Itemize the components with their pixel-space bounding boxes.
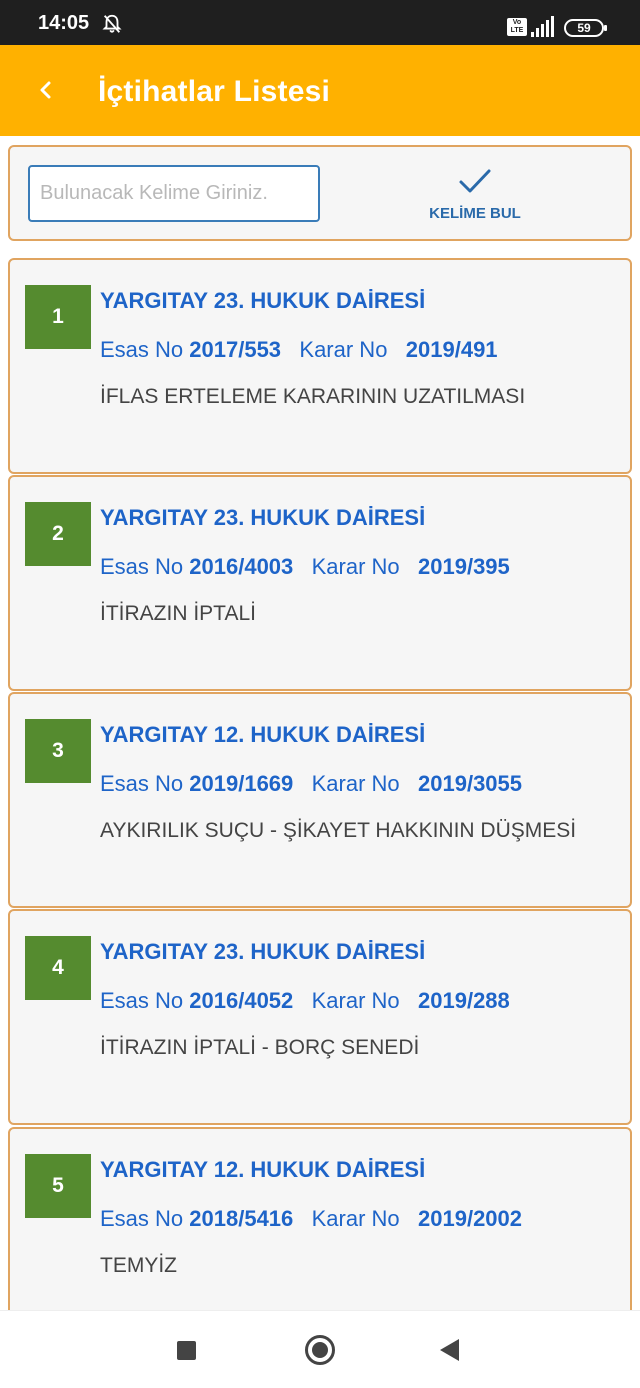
karar-label: Karar No — [311, 988, 400, 1013]
result-number-badge: 5 — [25, 1154, 91, 1218]
system-nav-bar — [0, 1310, 640, 1388]
result-court: YARGITAY 12. HUKUK DAİRESİ — [100, 722, 426, 747]
result-subject: İTİRAZIN İPTALİ — [100, 602, 256, 625]
result-number-badge: 3 — [25, 719, 91, 783]
back-button[interactable] — [22, 67, 68, 113]
result-court: YARGITAY 23. HUKUK DAİRESİ — [100, 505, 426, 530]
result-court: YARGITAY 12. HUKUK DAİRESİ — [100, 1157, 426, 1182]
result-card[interactable]: 1 YARGITAY 23. HUKUK DAİRESİ Esas No 201… — [8, 258, 632, 474]
result-numbers: Esas No 2018/5416 Karar No 2019/2002 — [100, 1206, 522, 1232]
karar-value: 2019/2002 — [418, 1206, 523, 1231]
content-area: KELİME BUL 1 YARGITAY 23. HUKUK DAİRESİ … — [0, 136, 640, 1310]
result-card[interactable]: 5 YARGITAY 12. HUKUK DAİRESİ Esas No 201… — [8, 1127, 632, 1310]
esas-label: Esas No — [100, 771, 184, 796]
system-back-button[interactable] — [440, 1339, 459, 1361]
esas-value: 2017/553 — [189, 337, 282, 362]
battery-icon: 59 — [564, 19, 607, 37]
result-number-badge: 2 — [25, 502, 91, 566]
check-icon — [459, 169, 491, 193]
result-court: YARGITAY 23. HUKUK DAİRESİ — [100, 939, 426, 964]
karar-value: 2019/288 — [418, 988, 510, 1013]
esas-label: Esas No — [100, 337, 184, 362]
chevron-left-icon — [40, 81, 51, 99]
result-subject: İTİRAZIN İPTALİ - BORÇ SENEDİ — [100, 1036, 420, 1059]
result-subject: AYKIRILIK SUÇU - ŞİKAYET HAKKININ DÜŞMES… — [100, 819, 577, 842]
esas-value: 2018/5416 — [189, 1206, 294, 1231]
result-card[interactable]: 2 YARGITAY 23. HUKUK DAİRESİ Esas No 201… — [8, 475, 632, 691]
karar-value: 2019/491 — [405, 337, 498, 362]
result-court: YARGITAY 23. HUKUK DAİRESİ — [100, 288, 426, 313]
result-numbers: Esas No 2017/553 Karar No 2019/491 — [100, 337, 498, 363]
karar-label: Karar No — [311, 771, 400, 796]
result-number-badge: 1 — [25, 285, 91, 349]
esas-value: 2019/1669 — [189, 771, 294, 796]
esas-label: Esas No — [100, 988, 184, 1013]
esas-label: Esas No — [100, 554, 184, 579]
status-bar: 14:05 Vo LTE 59 — [0, 0, 640, 45]
karar-label: Karar No — [311, 1206, 400, 1231]
page-title: İçtihatlar Listesi — [98, 75, 331, 108]
search-input[interactable] — [28, 165, 320, 222]
karar-value: 2019/3055 — [418, 771, 523, 796]
result-numbers: Esas No 2016/4052 Karar No 2019/288 — [100, 988, 510, 1014]
karar-label: Karar No — [299, 337, 388, 362]
result-card[interactable]: 3 YARGITAY 12. HUKUK DAİRESİ Esas No 201… — [8, 692, 632, 908]
result-number-badge: 4 — [25, 936, 91, 1000]
esas-value: 2016/4003 — [189, 554, 294, 579]
result-card[interactable]: 4 YARGITAY 23. HUKUK DAİRESİ Esas No 201… — [8, 909, 632, 1125]
recents-button[interactable] — [177, 1341, 196, 1360]
result-subject: İFLAS ERTELEME KARARININ UZATILMASI — [100, 385, 526, 408]
signal-icon — [531, 16, 554, 37]
bell-muted-icon — [102, 14, 122, 33]
result-subject: TEMYİZ — [100, 1254, 177, 1277]
karar-value: 2019/395 — [418, 554, 510, 579]
volte-icon: Vo LTE — [507, 18, 527, 36]
app-bar: İçtihatlar Listesi — [0, 45, 640, 136]
result-numbers: Esas No 2019/1669 Karar No 2019/3055 — [100, 771, 522, 797]
esas-label: Esas No — [100, 1206, 184, 1231]
find-word-label: KELİME BUL — [429, 205, 521, 222]
search-card: KELİME BUL — [8, 145, 632, 241]
result-numbers: Esas No 2016/4003 Karar No 2019/395 — [100, 554, 510, 580]
karar-label: Karar No — [311, 554, 400, 579]
find-word-button[interactable]: KELİME BUL — [420, 161, 530, 231]
esas-value: 2016/4052 — [189, 988, 294, 1013]
home-button[interactable] — [305, 1335, 335, 1365]
status-time: 14:05 — [38, 12, 90, 34]
